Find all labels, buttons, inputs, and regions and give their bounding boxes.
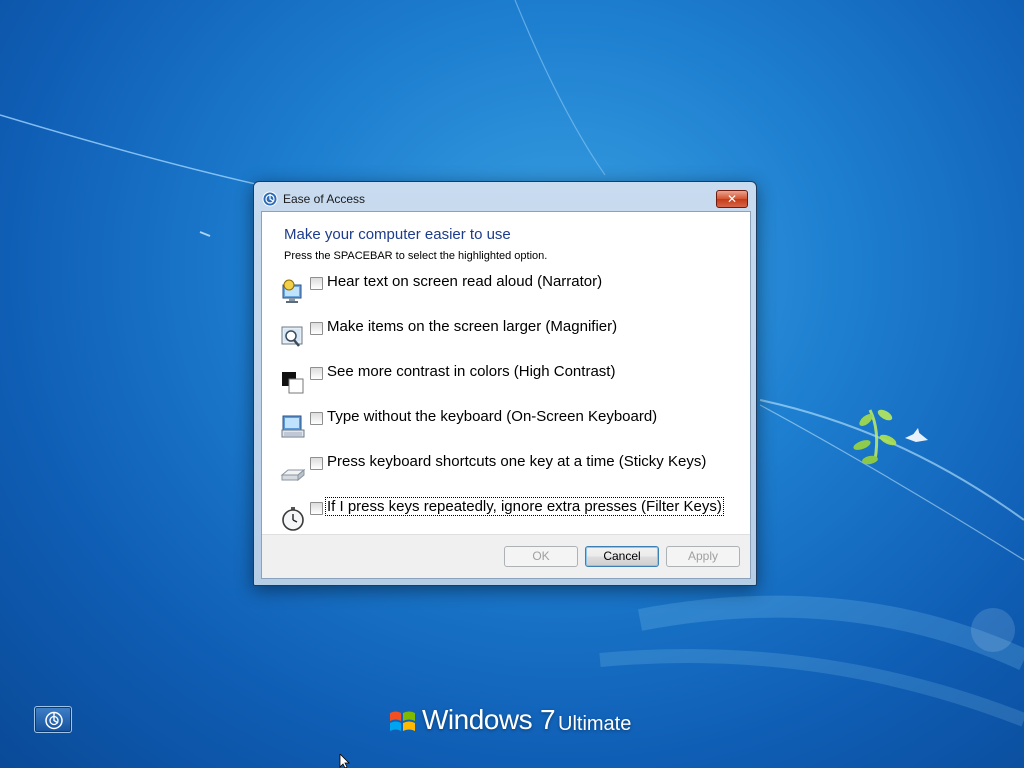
narrator-label[interactable]: Hear text on screen read aloud (Narrator…: [326, 273, 603, 290]
ease-of-access-button[interactable]: [34, 706, 72, 733]
narrator-checkbox[interactable]: [310, 277, 323, 290]
ease-of-access-icon: [262, 191, 278, 207]
high-contrast-icon: [282, 372, 304, 394]
dialog-footer: OK Cancel Apply: [262, 534, 750, 578]
narrator-icon: [282, 279, 302, 303]
close-button[interactable]: ✕: [716, 190, 748, 208]
mouse-cursor-icon: [339, 754, 350, 768]
ease-of-access-icon: [45, 711, 63, 730]
dialog-content: Make your computer easier to use Press t…: [261, 211, 751, 579]
option-magnifier[interactable]: Make items on the screen larger (Magnifi…: [280, 318, 740, 350]
dialog-heading: Make your computer easier to use: [284, 226, 511, 243]
close-icon: ✕: [726, 192, 738, 206]
on-screen-keyboard-icon: [281, 415, 305, 438]
ease-of-access-dialog: Ease of Access ✕ Make your computer easi…: [253, 181, 757, 586]
filter-keys-label[interactable]: If I press keys repeatedly, ignore extra…: [325, 497, 724, 516]
brand-version-text: 7: [540, 704, 556, 735]
filter-keys-checkbox[interactable]: [310, 502, 323, 515]
on-screen-keyboard-checkbox[interactable]: [310, 412, 323, 425]
magnifier-label[interactable]: Make items on the screen larger (Magnifi…: [326, 318, 618, 335]
high-contrast-label[interactable]: See more contrast in colors (High Contra…: [326, 363, 616, 380]
sticky-keys-icon: [280, 468, 306, 482]
option-on-screen-keyboard[interactable]: Type without the keyboard (On-Screen Key…: [280, 408, 740, 440]
brand-edition-text: Ultimate: [558, 713, 632, 735]
cancel-button[interactable]: Cancel: [585, 546, 659, 567]
sticky-keys-checkbox[interactable]: [310, 457, 323, 470]
magnifier-icon: [281, 326, 303, 347]
apply-button[interactable]: Apply: [666, 546, 740, 567]
option-sticky-keys[interactable]: Press keyboard shortcuts one key at a ti…: [280, 453, 740, 485]
sticky-keys-label[interactable]: Press keyboard shortcuts one key at a ti…: [326, 453, 707, 470]
brand-windows-text: Windows: [422, 704, 533, 735]
high-contrast-checkbox[interactable]: [310, 367, 323, 380]
ok-button[interactable]: OK: [504, 546, 578, 567]
dialog-titlebar[interactable]: Ease of Access ✕: [254, 182, 756, 212]
option-filter-keys[interactable]: If I press keys repeatedly, ignore extra…: [280, 497, 740, 531]
dialog-instruction: Press the SPACEBAR to select the highlig…: [284, 250, 548, 262]
on-screen-keyboard-label[interactable]: Type without the keyboard (On-Screen Key…: [326, 408, 658, 425]
option-narrator[interactable]: Hear text on screen read aloud (Narrator…: [280, 273, 740, 305]
option-high-contrast[interactable]: See more contrast in colors (High Contra…: [280, 363, 740, 395]
windows-logo-icon: [390, 711, 415, 731]
magnifier-checkbox[interactable]: [310, 322, 323, 335]
filter-keys-icon: [282, 507, 304, 531]
dialog-title: Ease of Access: [283, 192, 366, 206]
